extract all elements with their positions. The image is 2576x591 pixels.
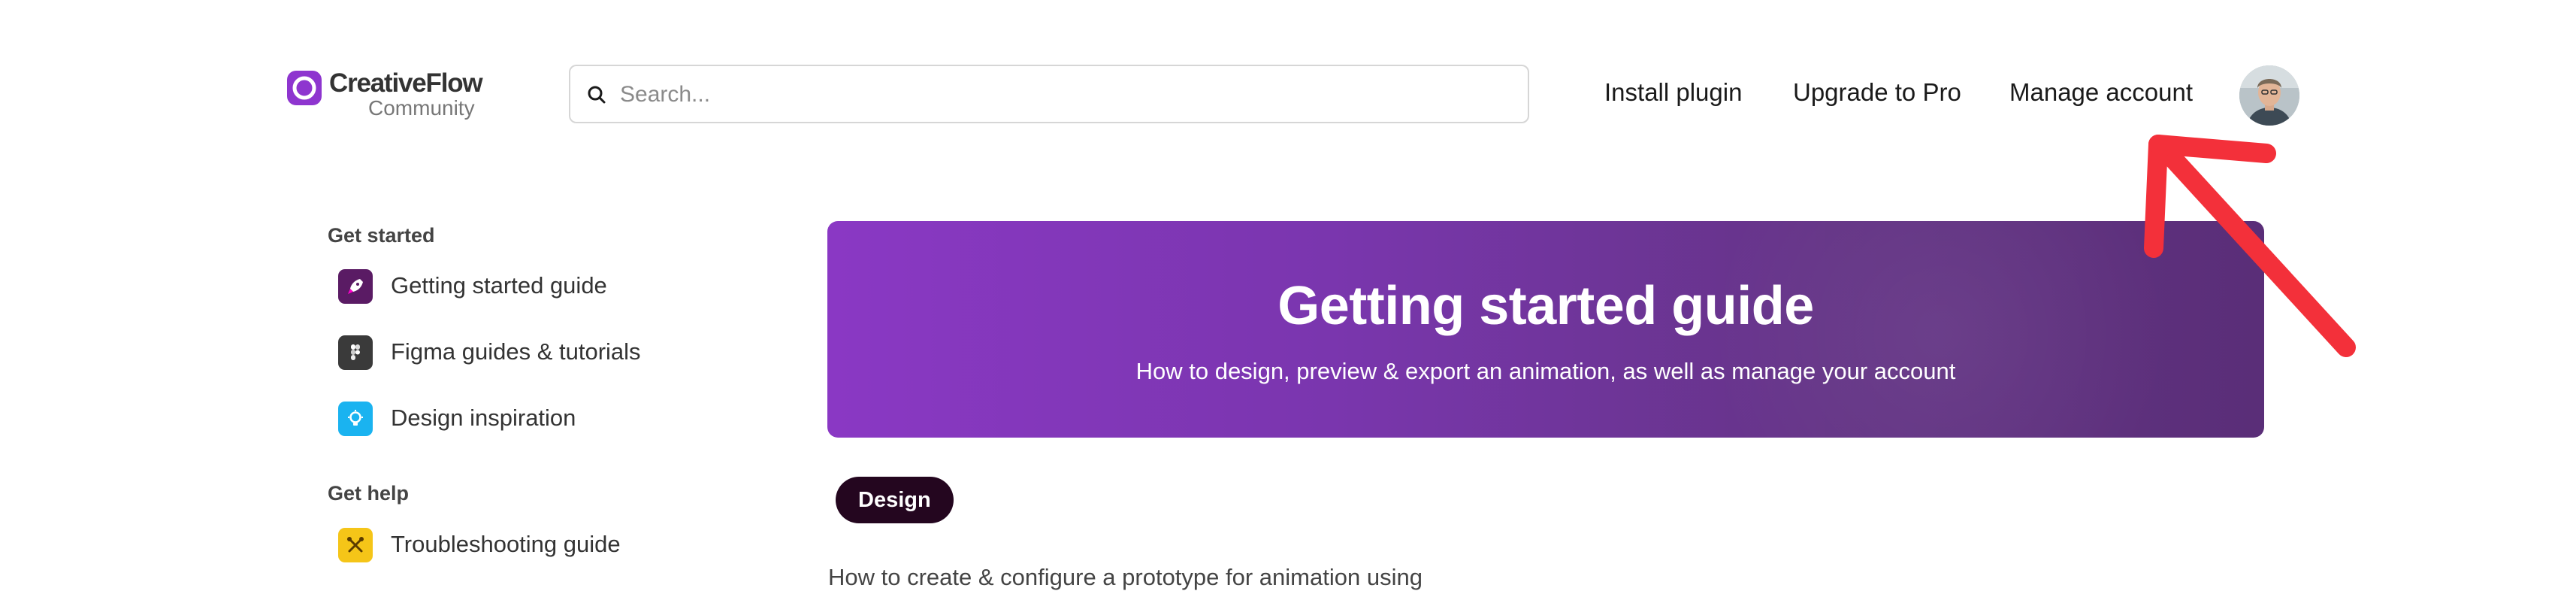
category-tag[interactable]: Design xyxy=(836,477,954,523)
sidebar-heading-get-help: Get help xyxy=(328,482,410,505)
install-plugin-link[interactable]: Install plugin xyxy=(1604,78,1742,107)
logo-subtitle: Community xyxy=(368,96,475,120)
search-input[interactable] xyxy=(618,77,1508,113)
figma-icon xyxy=(338,335,373,370)
upgrade-to-pro-link[interactable]: Upgrade to Pro xyxy=(1793,78,1961,107)
lightbulb-icon xyxy=(338,402,373,436)
hero-banner: Getting started guide How to design, pre… xyxy=(827,221,2264,438)
sidebar-item-label: Getting started guide xyxy=(391,272,607,299)
article-intro: How to create & configure a prototype fo… xyxy=(828,564,1423,590)
sidebar-heading-get-started: Get started xyxy=(328,224,435,247)
sidebar-item-label: Figma guides & tutorials xyxy=(391,338,641,365)
page-subtitle: How to design, preview & export an anima… xyxy=(1135,358,1956,384)
search-icon xyxy=(588,86,606,104)
rocket-icon xyxy=(338,269,373,304)
page-title: Getting started guide xyxy=(1277,276,1814,336)
manage-account-link[interactable]: Manage account xyxy=(2009,78,2193,107)
logo[interactable]: CreativeFlow Community xyxy=(286,66,503,126)
sidebar-item-design-inspiration[interactable]: Design inspiration xyxy=(338,399,729,441)
search-bar[interactable] xyxy=(569,65,1529,123)
logo-icon xyxy=(287,71,322,105)
sidebar-item-getting-started-guide[interactable]: Getting started guide xyxy=(338,266,729,308)
sidebar-item-label: Design inspiration xyxy=(391,405,576,431)
sidebar-item-label: Troubleshooting guide xyxy=(391,531,621,557)
logo-name: CreativeFlow xyxy=(329,68,483,98)
avatar[interactable] xyxy=(2239,65,2299,126)
sidebar-item-figma-guides[interactable]: Figma guides & tutorials xyxy=(338,332,729,374)
user-photo xyxy=(2239,65,2299,126)
annotation-arrow-icon xyxy=(2144,135,2356,357)
tools-icon xyxy=(338,528,373,562)
sidebar-item-troubleshooting-guide[interactable]: Troubleshooting guide xyxy=(338,525,729,567)
